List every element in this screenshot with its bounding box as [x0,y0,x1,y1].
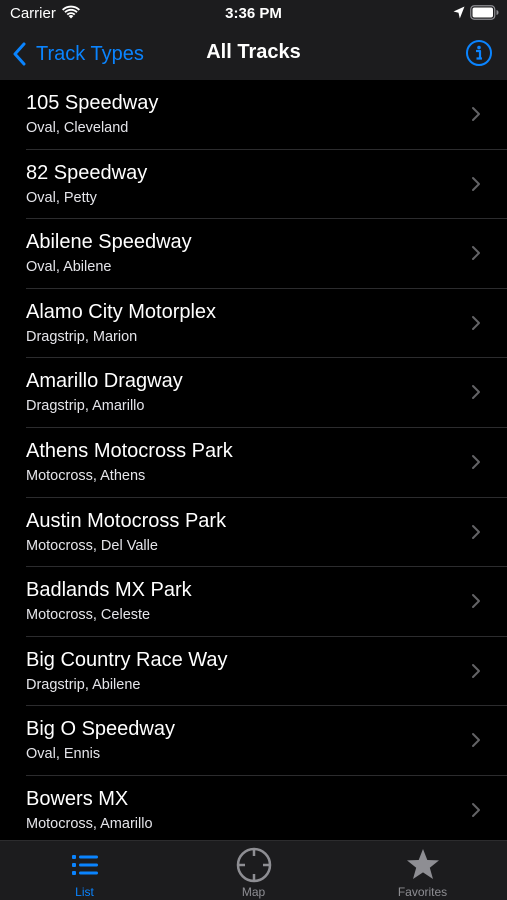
track-detail: Motocross, Celeste [26,607,151,624]
track-name: Austin Motocross Park [26,509,227,532]
chevron-right-icon [472,176,480,191]
chevron-right-icon [472,733,480,748]
tab-map-label: Map [241,885,266,899]
chevron-right-icon [472,524,480,539]
track-detail: Dragstrip, Amarillo [26,398,145,415]
location-arrow-icon [453,6,465,19]
track-detail: Dragstrip, Marion [26,328,138,345]
track-name: Big O Speedway [26,718,175,741]
screen: Carrier 3:36 PM Track Types All Tracks 1… [0,0,507,900]
track-detail: Oval, Abilene [26,259,112,276]
crosshair-icon [236,847,272,883]
chevron-right-icon [472,663,480,678]
track-row[interactable]: 105 Speedway Oval, Cleveland [0,80,507,150]
back-button-label: Track Types [36,42,144,65]
chevron-right-icon [472,315,480,330]
track-name: Badlands MX Park [26,579,192,602]
track-name: Alamo City Motorplex [26,300,217,323]
track-row[interactable]: Big Country Race Way Dragstrip, Abilene [0,637,507,707]
tab-list[interactable]: List [0,841,169,900]
chevron-right-icon [472,454,480,469]
chevron-right-icon [472,107,480,121]
list-icon [72,855,98,875]
status-bar: Carrier 3:36 PM [0,0,507,28]
track-name: Bowers MX [26,787,129,810]
tab-favorites-label: Favorites [397,885,448,899]
track-row[interactable]: Big O Speedway Oval, Ennis [0,706,507,776]
back-button[interactable]: Track Types [12,38,144,70]
chevron-right-icon [472,385,480,400]
track-row[interactable]: Abilene Speedway Oval, Abilene [0,219,507,289]
track-detail: Motocross, Athens [26,467,146,484]
track-row[interactable]: Athens Motocross Park Motocross, Athens [0,428,507,498]
track-name: Big Country Race Way [26,648,228,671]
track-name: Amarillo Dragway [26,370,183,393]
track-detail: Dragstrip, Abilene [26,676,141,693]
tab-list-label: List [75,885,94,899]
track-detail: Oval, Cleveland [26,120,129,136]
star-icon [407,849,439,879]
chevron-left-icon [13,42,26,66]
track-name: Abilene Speedway [26,231,192,254]
track-row[interactable]: Alamo City Motorplex Dragstrip, Marion [0,289,507,359]
track-name: 105 Speedway [26,92,159,114]
tab-map[interactable]: Map [169,841,338,900]
track-name: 82 Speedway [26,161,148,184]
track-detail: Motocross, Del Valle [26,537,158,554]
info-icon[interactable] [465,39,493,67]
chevron-right-icon [472,594,480,609]
track-row[interactable]: Amarillo Dragway Dragstrip, Amarillo [0,358,507,428]
track-detail: Oval, Petty [26,189,97,206]
track-list: 105 Speedway Oval, Cleveland 82 Speedway… [0,80,507,840]
tab-bar: List Map Favorites [0,840,507,900]
tab-favorites[interactable]: Favorites [338,841,507,900]
navigation-bar: Track Types All Tracks [0,28,507,80]
track-row[interactable]: Bowers MX Motocross, Amarillo [0,776,507,840]
chevron-right-icon [472,246,480,261]
track-row[interactable]: Austin Motocross Park Motocross, Del Val… [0,498,507,568]
track-row[interactable]: 82 Speedway Oval, Petty [0,150,507,220]
clock: 3:36 PM [225,5,282,22]
chevron-right-icon [472,802,480,817]
track-detail: Motocross, Amarillo [26,815,153,832]
battery-icon [470,5,499,20]
track-detail: Oval, Ennis [26,746,101,763]
track-name: Athens Motocross Park [26,439,233,462]
track-row[interactable]: Badlands MX Park Motocross, Celeste [0,567,507,637]
